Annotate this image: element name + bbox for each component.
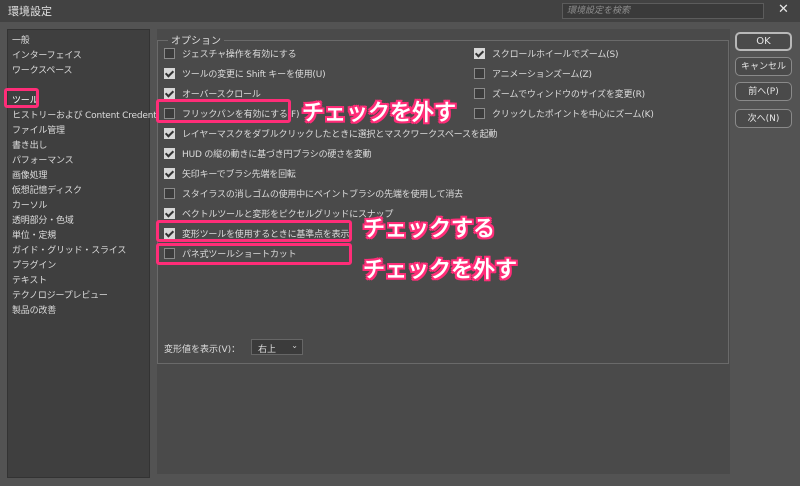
- next-button[interactable]: 次へ(N): [735, 109, 792, 128]
- sidebar-item-image-processing[interactable]: 画像処理: [12, 168, 47, 181]
- title-bar: 環境設定 ✕: [0, 0, 800, 22]
- sidebar-item-export[interactable]: 書き出し: [12, 138, 47, 151]
- sidebar-item-cursors[interactable]: カーソル: [12, 198, 47, 211]
- option-zoom-resize[interactable]: ズームでウィンドウのサイズを変更(R): [474, 86, 645, 100]
- option-animated-zoom[interactable]: アニメーションズーム(Z): [474, 66, 592, 80]
- annotation-check: チェックする: [363, 217, 496, 242]
- select-value: 右上: [258, 345, 277, 355]
- option-label: ジェスチャ操作を有効にする: [182, 49, 297, 60]
- checkbox[interactable]: [474, 47, 485, 59]
- sidebar-item-workspace[interactable]: ワークスペース: [12, 63, 72, 76]
- checkbox[interactable]: [164, 207, 175, 219]
- option-label: スタイラスの消しゴムの使用中にペイントブラシの先端を使用して消去: [182, 189, 463, 200]
- option-label: ベクトルツールと変形をピクセルグリッドにスナップ: [182, 209, 394, 220]
- sidebar-item-guides[interactable]: ガイド・グリッド・スライス: [12, 243, 126, 256]
- checkbox[interactable]: [164, 187, 175, 199]
- checkbox[interactable]: [164, 147, 175, 159]
- close-icon[interactable]: ✕: [778, 2, 789, 17]
- sidebar-item-file-handling[interactable]: ファイル管理: [12, 123, 65, 136]
- transform-values-label: 変形値を表示(V)：: [164, 345, 241, 355]
- checkbox[interactable]: [474, 107, 485, 119]
- sidebar-item-units[interactable]: 単位・定規: [12, 228, 56, 241]
- sidebar-item-scratch-disks[interactable]: 仮想記憶ディスク: [12, 183, 82, 196]
- option-arrow-rotate[interactable]: 矢印キーでブラシ先端を回転: [164, 166, 296, 180]
- annotation-uncheck-2: チェックを外す: [363, 258, 518, 283]
- highlight-tools: [4, 88, 39, 108]
- option-layer-mask-dblclick[interactable]: レイヤーマスクをダブルクリックしたときに選択とマスクワークスペースを起動: [164, 126, 497, 140]
- prev-button[interactable]: 前へ(P): [735, 82, 792, 101]
- option-label: アニメーションズーム(Z): [492, 69, 592, 80]
- option-stylus-eraser[interactable]: スタイラスの消しゴムの使用中にペイントブラシの先端を使用して消去: [164, 186, 463, 200]
- checkbox[interactable]: [164, 127, 175, 139]
- cancel-button[interactable]: キャンセル: [735, 57, 792, 76]
- sidebar-item-product-improvement[interactable]: 製品の改善: [12, 303, 56, 316]
- option-label: HUD の縦の動きに基づき円ブラシの硬さを変動: [182, 149, 372, 160]
- option-label: スクロールホイールでズーム(S): [492, 49, 619, 60]
- option-zoom-clicked-point[interactable]: クリックしたポイントを中心にズーム(K): [474, 106, 654, 120]
- sidebar-item-general[interactable]: 一般: [12, 33, 30, 46]
- transform-values-select[interactable]: 右上 ⌄: [251, 339, 303, 355]
- option-scroll-zoom[interactable]: スクロールホイールでズーム(S): [474, 46, 618, 60]
- chevron-down-icon: ⌄: [291, 341, 298, 350]
- annotation-uncheck-1: チェックを外す: [302, 101, 457, 126]
- option-label: 矢印キーでブラシ先端を回転: [182, 169, 296, 180]
- option-gesture[interactable]: ジェスチャ操作を有効にする: [164, 46, 297, 60]
- option-overscroll[interactable]: オーバースクロール: [164, 86, 261, 100]
- sidebar-item-technology-previews[interactable]: テクノロジープレビュー: [12, 288, 108, 301]
- option-label: クリックしたポイントを中心にズーム(K): [492, 109, 654, 120]
- option-hud-hardness[interactable]: HUD の縦の動きに基づき円ブラシの硬さを変動: [164, 146, 372, 160]
- highlight-flick-pan: [156, 99, 291, 123]
- window-title: 環境設定: [8, 5, 52, 18]
- options-group-label: オプション: [168, 32, 224, 47]
- sidebar-item-transparency[interactable]: 透明部分・色域: [12, 213, 74, 226]
- sidebar-item-plugins[interactable]: プラグイン: [12, 258, 56, 271]
- option-label: ツールの変更に Shift キーを使用(U): [182, 69, 326, 80]
- checkbox[interactable]: [164, 47, 175, 59]
- checkbox[interactable]: [474, 67, 485, 79]
- highlight-reference-point: [156, 220, 352, 242]
- option-label: レイヤーマスクをダブルクリックしたときに選択とマスクワークスペースを起動: [182, 129, 498, 140]
- sidebar-item-type[interactable]: テキスト: [12, 273, 47, 286]
- sidebar-item-performance[interactable]: パフォーマンス: [12, 153, 74, 166]
- option-label: オーバースクロール: [182, 89, 261, 100]
- option-shift-key[interactable]: ツールの変更に Shift キーを使用(U): [164, 66, 326, 80]
- option-label: ズームでウィンドウのサイズを変更(R): [492, 89, 645, 100]
- ok-button[interactable]: OK: [735, 32, 792, 51]
- checkbox[interactable]: [164, 67, 175, 79]
- checkbox[interactable]: [164, 167, 175, 179]
- search-input[interactable]: [562, 3, 764, 19]
- checkbox[interactable]: [474, 87, 485, 99]
- sidebar-item-history[interactable]: ヒストリーおよび Content Credentials: [12, 108, 171, 121]
- option-snap-pixel-grid[interactable]: ベクトルツールと変形をピクセルグリッドにスナップ: [164, 206, 393, 220]
- highlight-spring-loaded: [156, 243, 352, 265]
- checkbox[interactable]: [164, 87, 175, 99]
- sidebar-item-interface[interactable]: インターフェイス: [12, 48, 82, 61]
